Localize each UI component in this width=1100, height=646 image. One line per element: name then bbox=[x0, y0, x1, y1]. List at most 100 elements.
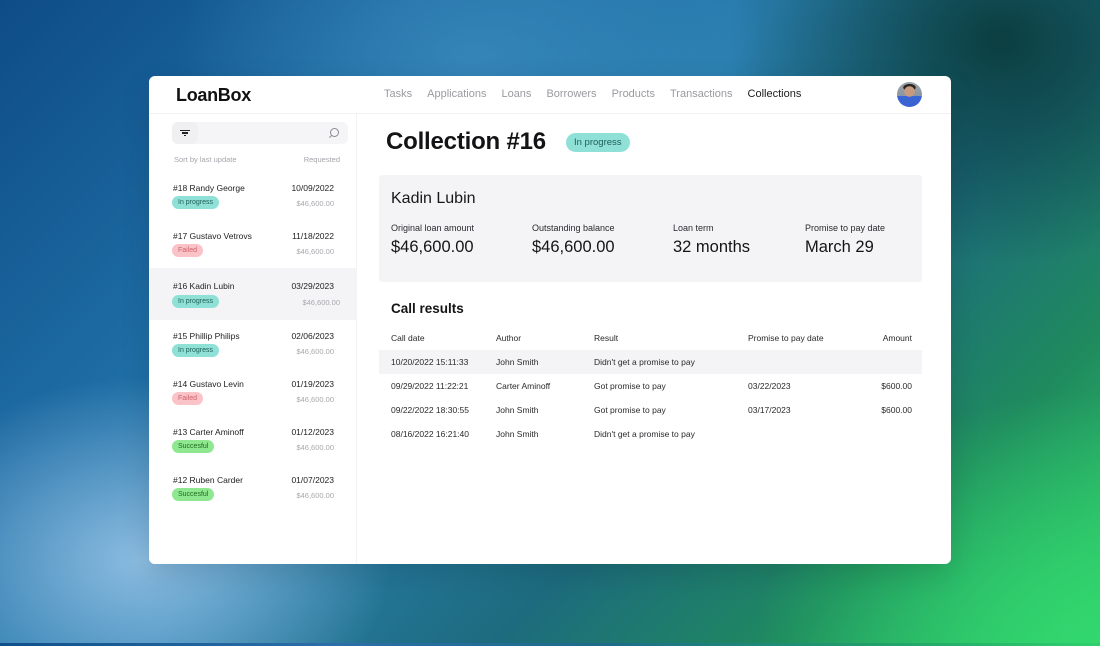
requested-label: Requested bbox=[303, 155, 340, 164]
app-window: LoanBox Tasks Applications Loans Borrowe… bbox=[149, 76, 951, 564]
collection-name: #18 Randy George bbox=[173, 183, 245, 193]
list-item[interactable]: #17 Gustavo Vetrovs 11/18/2022 Failed $46,6… bbox=[149, 220, 356, 268]
list-item[interactable]: #12 Ruben Carder 01/07/2023 Succesful $46,6… bbox=[149, 464, 356, 512]
list-item[interactable]: #18 Randy George 10/09/2022 In progress $46… bbox=[149, 172, 356, 220]
metric-value: $46,600.00 bbox=[391, 238, 474, 256]
collections-sidebar: Sort by last update Requested #18 Randy … bbox=[149, 114, 357, 564]
requested-date: 01/19/2023 bbox=[291, 379, 334, 389]
metric-outstanding-balance: Outstanding balance $46,600.00 bbox=[532, 223, 615, 257]
promise-amount: $600.00 bbox=[881, 381, 912, 391]
status-badge: In progress bbox=[566, 133, 630, 152]
search-input[interactable] bbox=[172, 122, 348, 144]
table-row[interactable]: 09/22/2022 18:30:55 John Smith Got promise… bbox=[379, 398, 922, 422]
nav-tasks[interactable]: Tasks bbox=[384, 88, 412, 100]
promise-date: 03/17/2023 bbox=[748, 405, 791, 415]
collection-detail: Collection #16 In progress Kadin Lubin O… bbox=[358, 114, 951, 564]
collection-name: #15 Phillip Philips bbox=[173, 331, 240, 341]
collection-name: #13 Carter Aminoff bbox=[173, 427, 244, 437]
status-badge: Failed bbox=[172, 392, 204, 405]
sort-row: Sort by last update Requested bbox=[174, 155, 340, 164]
table-body: 10/20/2022 15:11:33 John Smith Didn't get … bbox=[379, 350, 922, 446]
requested-date: 10/09/2022 bbox=[291, 183, 334, 193]
borrower-name: Kadin Lubin bbox=[391, 190, 476, 207]
filter-icon bbox=[180, 128, 190, 138]
metric-promise-date: Promise to pay date March 29 bbox=[805, 223, 885, 257]
col-result[interactable]: Result bbox=[594, 333, 748, 343]
metric-label: Loan term bbox=[673, 223, 714, 233]
nav-transactions[interactable]: Transactions bbox=[670, 88, 733, 100]
status-badge: Failed bbox=[172, 244, 204, 257]
nav-products[interactable]: Products bbox=[612, 88, 655, 100]
requested-date: 03/29/2023 bbox=[291, 281, 334, 291]
nav-applications[interactable]: Applications bbox=[427, 88, 486, 100]
loan-amount: $46,600.00 bbox=[296, 395, 334, 404]
list-item[interactable]: #16 Kadin Lubin 03/29/2023 In progress $46,… bbox=[149, 268, 356, 320]
loan-amount: $46,600.00 bbox=[296, 491, 334, 500]
collection-name: #12 Ruben Carder bbox=[173, 475, 243, 485]
metric-original-loan: Original loan amount $46,600.00 bbox=[391, 223, 474, 257]
col-author[interactable]: Author bbox=[496, 333, 594, 343]
status-badge: In progress bbox=[172, 344, 220, 357]
list-item[interactable]: #13 Carter Aminoff 01/12/2023 Succesful $46… bbox=[149, 416, 356, 464]
list-item[interactable]: #15 Phillip Philips 02/06/2023 In progress… bbox=[149, 320, 356, 368]
page-title: Collection #16 bbox=[386, 128, 546, 155]
metric-label: Outstanding balance bbox=[532, 223, 615, 233]
metric-value: $46,600.00 bbox=[532, 238, 615, 256]
collection-name: #17 Gustavo Vetrovs bbox=[173, 231, 252, 241]
requested-date: 02/06/2023 bbox=[291, 331, 334, 341]
table-row[interactable]: 09/29/2022 11:22:21 Carter Aminoff Got pro… bbox=[379, 374, 922, 398]
requested-date: 01/07/2023 bbox=[291, 475, 334, 485]
search-icon[interactable] bbox=[330, 128, 339, 137]
loan-amount: $46,600.00 bbox=[296, 247, 334, 256]
call-date: 09/29/2022 11:22:21 bbox=[391, 381, 469, 391]
logo[interactable]: LoanBox bbox=[176, 85, 251, 106]
nav-borrowers[interactable]: Borrowers bbox=[546, 88, 596, 100]
loan-amount: $46,600.00 bbox=[296, 347, 334, 356]
table-row[interactable]: 08/16/2022 16:21:40 John Smith Didn't get … bbox=[379, 422, 922, 446]
col-amount[interactable]: Amount bbox=[848, 333, 922, 343]
loan-amount: $46,600.00 bbox=[296, 199, 334, 208]
table-row[interactable]: 10/20/2022 15:11:33 John Smith Didn't get … bbox=[379, 350, 922, 374]
promise-amount: $600.00 bbox=[881, 405, 912, 415]
metric-label: Promise to pay date bbox=[805, 223, 886, 233]
status-badge: Succesful bbox=[172, 488, 215, 501]
loan-summary-panel: Kadin Lubin Original loan amount $46,600… bbox=[379, 175, 922, 282]
loan-amount: $46,600.00 bbox=[296, 443, 334, 452]
metric-value: March 29 bbox=[805, 238, 874, 256]
call-result: Got promise to pay bbox=[594, 405, 666, 415]
call-result: Didn't get a promise to pay bbox=[594, 357, 695, 367]
call-date: 09/22/2022 18:30:55 bbox=[391, 405, 469, 415]
collection-name: #14 Gustavo Levin bbox=[173, 379, 244, 389]
call-author: John Smith bbox=[496, 357, 539, 367]
filter-button[interactable] bbox=[172, 122, 198, 144]
call-author: John Smith bbox=[496, 405, 539, 415]
requested-date: 01/12/2023 bbox=[291, 427, 334, 437]
main-nav: Tasks Applications Loans Borrowers Produ… bbox=[384, 88, 816, 100]
list-item[interactable]: #14 Gustavo Levin 01/19/2023 Failed $46,600… bbox=[149, 368, 356, 416]
collection-name: #16 Kadin Lubin bbox=[173, 281, 235, 291]
status-badge: In progress bbox=[172, 196, 220, 209]
call-result: Got promise to pay bbox=[594, 381, 666, 391]
nav-loans[interactable]: Loans bbox=[501, 88, 531, 100]
call-date: 08/16/2022 16:21:40 bbox=[391, 429, 469, 439]
nav-collections[interactable]: Collections bbox=[748, 88, 802, 100]
table-header: Call date Author Result Promise to pay d… bbox=[379, 326, 922, 350]
col-call-date[interactable]: Call date bbox=[379, 333, 496, 343]
requested-date: 11/18/2022 bbox=[292, 231, 334, 241]
call-author: John Smith bbox=[496, 429, 539, 439]
call-date: 10/20/2022 15:11:33 bbox=[391, 357, 469, 367]
metric-label: Original loan amount bbox=[391, 223, 475, 233]
status-badge: In progress bbox=[172, 295, 220, 308]
call-results-title: Call results bbox=[391, 301, 464, 316]
col-promise-date[interactable]: Promise to pay date bbox=[748, 333, 848, 343]
status-badge: Succesful bbox=[172, 440, 215, 453]
top-navigation-bar: LoanBox Tasks Applications Loans Borrowe… bbox=[149, 76, 951, 114]
promise-date: 03/22/2023 bbox=[748, 381, 791, 391]
sort-by-label[interactable]: Sort by last update bbox=[174, 155, 237, 164]
user-avatar-icon[interactable] bbox=[897, 82, 922, 107]
call-results-table: Call date Author Result Promise to pay d… bbox=[379, 326, 922, 446]
metric-value: 32 months bbox=[673, 238, 751, 256]
loan-amount: $46,600.00 bbox=[302, 298, 340, 307]
collection-list: #18 Randy George 10/09/2022 In progress $46… bbox=[149, 172, 356, 512]
metric-loan-term: Loan term 32 months bbox=[673, 223, 750, 257]
